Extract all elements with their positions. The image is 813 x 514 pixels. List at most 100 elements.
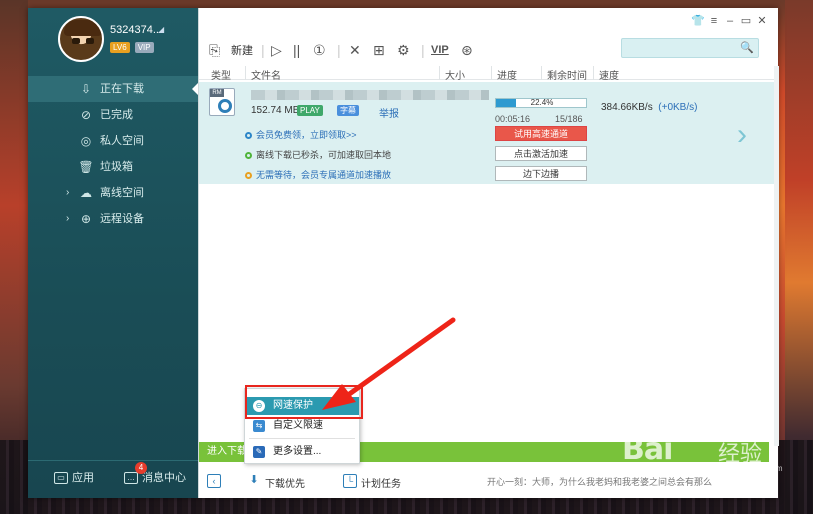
apps-label: 应用	[72, 472, 94, 484]
start-icon[interactable]: ▷	[271, 40, 282, 60]
hint-dot-icon	[245, 172, 252, 179]
sidebar-item-offline-space[interactable]: › ☁ 离线空间	[28, 180, 198, 206]
speed-extra: (+0KB/s)	[658, 102, 698, 113]
file-size: 152.74 MB	[251, 105, 300, 116]
close-icon[interactable]: ✕	[754, 14, 770, 27]
table-row[interactable]: RM 152.74 MB PLAY 字幕 举报 会员免费领，立即领取>> 离线下…	[199, 82, 774, 184]
column-divider	[593, 66, 594, 80]
vip-free-claim-link[interactable]: 会员免费领，立即领取>>	[245, 128, 357, 141]
trial-high-speed-button[interactable]: 试用高速通道	[495, 126, 587, 141]
maximize-icon[interactable]: ▭	[738, 14, 754, 27]
private-space-icon: ◎	[80, 134, 92, 148]
disc-icon	[218, 99, 232, 113]
new-task-icon[interactable]: ⎘	[209, 40, 220, 60]
priority-icon[interactable]: ①	[313, 40, 326, 60]
search-input[interactable]: 🔍	[621, 38, 759, 58]
speed-limit-icon: ⇆	[253, 420, 265, 432]
play-while-downloading-button[interactable]: 边下边播	[495, 166, 587, 181]
download-icon: ⇩	[80, 82, 92, 96]
menu-item-custom-limit[interactable]: ⇆ 自定义限速	[245, 417, 359, 435]
check-circle-icon: ⊘	[80, 108, 92, 122]
sidebar-item-completed[interactable]: ⊘ 已完成	[28, 102, 198, 128]
avatar-hair	[64, 20, 102, 36]
col-type[interactable]: 类型	[211, 67, 231, 82]
offline-download-hint[interactable]: 离线下载已秒杀，可加速取回本地	[245, 148, 391, 161]
delete-icon[interactable]: ✕	[349, 40, 361, 60]
col-filename[interactable]: 文件名	[251, 67, 281, 82]
progress-bar: 22.4%	[495, 98, 587, 108]
user-badges: LV6 VIP	[110, 41, 156, 53]
baidu-watermark: Bai 经验 jingyan.baidu.com	[618, 420, 798, 480]
piece-ratio: 15/186	[555, 114, 583, 124]
video-file-icon: RM	[209, 88, 235, 116]
column-divider	[491, 66, 492, 80]
menu-item-label: 自定义限速	[273, 420, 323, 431]
vip-badge: VIP	[134, 42, 154, 53]
menu-item-label: 更多设置...	[273, 446, 322, 457]
new-task-button[interactable]: 新建	[231, 42, 253, 58]
toolbar-divider: |	[261, 42, 265, 58]
expand-caret-icon[interactable]: ›	[66, 180, 69, 206]
hint-dot-icon	[245, 152, 252, 159]
pause-icon[interactable]: ||	[293, 40, 300, 60]
blurred-filename	[251, 90, 489, 100]
speed-main: 384.66KB/s	[601, 102, 653, 113]
level-badge: LV6	[110, 42, 130, 53]
desktop-left-strip	[0, 0, 28, 514]
coin-icon[interactable]: ⊛	[461, 40, 473, 60]
skin-icon[interactable]: 👕	[690, 14, 706, 27]
watermark-brand: Bai	[622, 432, 673, 467]
download-priority-button[interactable]: 下载优先	[265, 475, 305, 490]
collapse-left-icon[interactable]: ‹	[207, 474, 221, 488]
offline-space-icon: ☁	[80, 186, 92, 200]
menu-icon[interactable]: ≡	[706, 15, 722, 27]
download-speed: 384.66KB/s (+0KB/s)	[601, 102, 697, 113]
avatar-eye-left	[72, 38, 80, 44]
play-badge[interactable]: PLAY	[297, 105, 323, 116]
scheduled-tasks-button[interactable]: 计划任务	[361, 475, 401, 490]
menu-item-more-settings[interactable]: ✎ 更多设置...	[245, 443, 359, 461]
message-center-button[interactable]: … 消息中心	[124, 469, 186, 485]
apps-icon: ▭	[54, 472, 68, 485]
activate-acceleration-button[interactable]: 点击激活加速	[495, 146, 587, 161]
hint-text: 离线下载已秒杀，可加速取回本地	[256, 150, 392, 160]
watermark-url: jingyan.baidu.com	[718, 464, 783, 473]
search-icon[interactable]: 🔍	[740, 41, 754, 54]
elapsed-time: 00:05:16	[495, 114, 531, 124]
apps-button[interactable]: ▭ 应用	[54, 469, 94, 485]
trash-icon: 🗑	[78, 160, 94, 174]
settings-gear-icon[interactable]: ⚙	[397, 40, 410, 60]
vip-button[interactable]: VIP	[431, 40, 449, 60]
col-speed[interactable]: 速度	[599, 67, 619, 82]
sidebar-item-label: 垃圾箱	[100, 161, 133, 173]
wrench-icon: ✎	[253, 446, 265, 458]
toolbar-divider: |	[337, 42, 341, 58]
expand-caret-icon[interactable]: ›	[66, 206, 69, 232]
col-progress[interactable]: 进度	[497, 67, 517, 82]
col-remaining[interactable]: 剩余时间	[547, 67, 587, 82]
sidebar-item-trash[interactable]: 🗑 垃圾箱	[28, 154, 198, 180]
user-menu-caret-icon[interactable]: ◢	[158, 25, 164, 34]
sidebar-item-downloading[interactable]: ⇩ 正在下载	[28, 76, 198, 102]
report-link[interactable]: 举报	[379, 105, 399, 120]
message-icon: …	[124, 472, 138, 485]
hint-text: 无需等待，会员专属通道加速播放	[256, 170, 392, 180]
minimize-icon[interactable]: –	[722, 15, 738, 27]
schedule-icon[interactable]: └	[343, 474, 357, 488]
chevron-right-icon[interactable]: ›	[737, 118, 747, 152]
sidebar-item-private-space[interactable]: ◎ 私人空间	[28, 128, 198, 154]
subtitle-badge[interactable]: 字幕	[337, 105, 359, 116]
speed-mode-icon[interactable]: ⬇	[247, 474, 261, 488]
scrollbar[interactable]	[774, 66, 779, 446]
vip-channel-play-link[interactable]: 无需等待，会员专属通道加速播放	[245, 168, 391, 181]
col-size[interactable]: 大小	[445, 67, 465, 82]
sidebar-item-label: 远程设备	[100, 213, 144, 225]
sidebar-footer: ▭ 应用 … 消息中心	[28, 460, 198, 490]
toolbar-divider: |	[421, 42, 425, 58]
batch-icon[interactable]: ⊞	[373, 40, 385, 60]
hint-text: 会员免费领，立即领取>>	[256, 130, 357, 140]
sidebar-item-remote-device[interactable]: › ⊕ 远程设备	[28, 206, 198, 232]
file-type-tag: RM	[210, 89, 224, 97]
avatar[interactable]	[58, 16, 104, 62]
user-name[interactable]: 5324374...	[110, 24, 162, 36]
